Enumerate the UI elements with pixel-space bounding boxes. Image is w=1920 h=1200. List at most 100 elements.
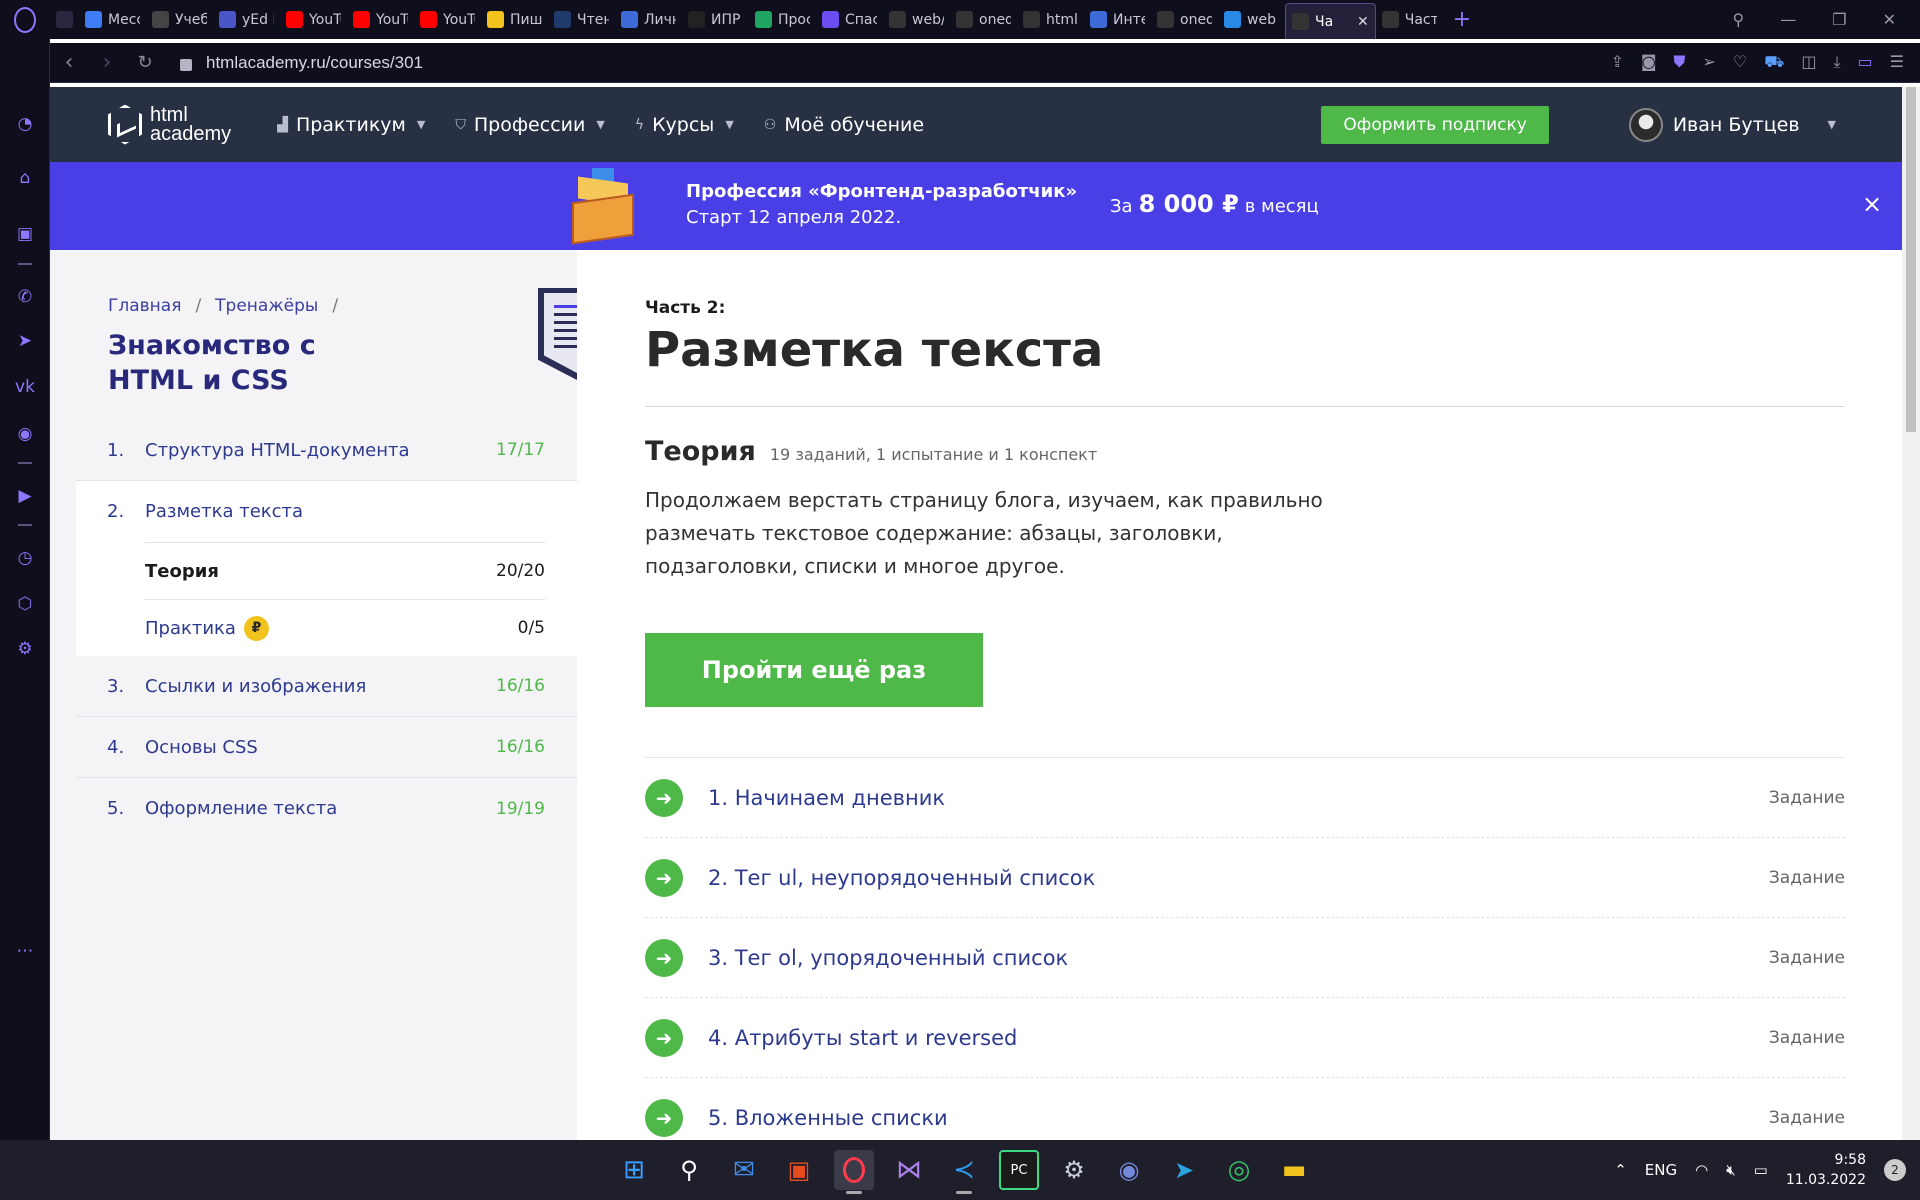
browser-tab[interactable]: Учеб — [146, 5, 213, 35]
back-icon[interactable]: ‹ — [50, 50, 88, 75]
download-icon[interactable]: ⤓ — [1833, 52, 1840, 73]
browser-tab[interactable]: oned — [1151, 5, 1218, 35]
wifi-icon[interactable]: ◠ — [1695, 1161, 1708, 1179]
reload-icon[interactable]: ↻ — [126, 52, 164, 73]
browser-tab[interactable]: YouTu — [414, 5, 481, 35]
pycharm-icon[interactable]: PC — [999, 1150, 1039, 1190]
volume-muted-icon[interactable]: 🔇︎ — [1726, 1161, 1735, 1179]
browser-tab[interactable]: Част — [1376, 5, 1443, 35]
battery-icon[interactable]: ▭ — [1754, 1161, 1768, 1179]
menu-icon[interactable]: ☰ — [1890, 52, 1904, 73]
visual-studio-icon[interactable]: ⋈ — [889, 1150, 929, 1190]
opera-logo-icon[interactable] — [0, 0, 50, 39]
nav-courses[interactable]: ϟ Курсы ▼ — [635, 114, 734, 136]
clock[interactable]: 9:58 11.03.2022 — [1786, 1150, 1866, 1190]
browser-tab[interactable]: YouTu — [347, 5, 414, 35]
folder-icon[interactable]: ▬ — [1274, 1150, 1314, 1190]
lesson-item[interactable]: 4. Основы CSS 16/16 — [76, 717, 577, 778]
discord-icon[interactable]: ◉ — [13, 422, 37, 446]
user-menu[interactable]: Иван Бутцев ▼ — [1628, 107, 1836, 142]
browser-tab[interactable]: Месс — [79, 5, 146, 35]
browser-tab[interactable]: yEd L — [213, 5, 280, 35]
cart-icon[interactable]: ⛟ — [1764, 52, 1784, 73]
browser-tab[interactable]: web/ — [883, 5, 950, 35]
nav-my-learning[interactable]: ⚇ Моё обучение — [764, 114, 924, 136]
opera-icon[interactable] — [834, 1150, 874, 1194]
promo-banner[interactable]: Профессия «Фронтенд-разработчик» Старт 1… — [50, 162, 1902, 250]
steam-icon[interactable]: ⚙ — [1054, 1150, 1094, 1190]
language-indicator[interactable]: ENG — [1645, 1161, 1677, 1179]
vscode-icon[interactable]: ≺ — [944, 1150, 984, 1194]
subscribe-button[interactable]: Оформить подписку — [1321, 105, 1549, 144]
windows-start-icon[interactable]: ⊞ — [614, 1150, 654, 1190]
breadcrumb-home[interactable]: Главная — [108, 296, 181, 316]
browser-tab[interactable]: html — [1017, 5, 1084, 35]
browser-tab[interactable]: Инте — [1084, 5, 1151, 35]
sublesson-theory[interactable]: Теория 20/20 — [145, 542, 545, 599]
nav-professions[interactable]: ⛉ Профессии ▼ — [455, 114, 604, 136]
notification-badge[interactable]: 2 — [1884, 1159, 1906, 1181]
settings-icon[interactable]: ⚙ — [13, 637, 37, 661]
browser-tab[interactable]: YouTu — [280, 5, 347, 35]
battery-icon[interactable]: ▭ — [1858, 52, 1873, 73]
office-icon[interactable]: ▣ — [779, 1150, 819, 1190]
more-icon[interactable]: ⋯ — [13, 939, 37, 963]
box-icon[interactable]: ◫ — [1801, 52, 1816, 73]
forward-icon[interactable]: › — [88, 50, 126, 75]
browser-tab[interactable]: Прос — [749, 5, 816, 35]
browser-tab[interactable]: Пиш — [481, 5, 548, 35]
minimize-icon[interactable]: — — [1780, 10, 1796, 29]
lesson-item-header[interactable]: 2. Разметка текста — [76, 481, 577, 542]
nav-praktikum[interactable]: ▟ Практикум ▼ — [277, 114, 425, 136]
sublesson-practice[interactable]: Практика ₽ 0/5 — [145, 599, 545, 656]
lesson-item[interactable]: 1. Структура HTML-документа 17/17 — [76, 420, 577, 481]
scrollbar-thumb[interactable] — [1906, 87, 1916, 432]
page-scrollbar[interactable] — [1902, 87, 1920, 1140]
telegram-icon[interactable]: ➤ — [13, 329, 37, 353]
task-row[interactable]: ➜ 3. Тег ol, упорядоченный список Задани… — [645, 918, 1845, 998]
browser-tab[interactable]: oned — [950, 5, 1017, 35]
speed-dial-icon[interactable]: ◔ — [13, 112, 37, 136]
task-row[interactable]: ➜ 2. Тег ul, неупорядоченный список Зада… — [645, 838, 1845, 918]
chevron-up-icon[interactable]: ⌃ — [1614, 1161, 1627, 1179]
twitch-icon[interactable]: ▣ — [13, 222, 37, 246]
mail-icon[interactable]: ✉ — [724, 1150, 764, 1190]
history-icon[interactable]: ◷ — [13, 546, 37, 570]
search-tabs-icon[interactable]: ⚲ — [1733, 10, 1745, 29]
extensions-icon[interactable]: ⬡ — [13, 592, 37, 616]
browser-tab[interactable]: Личн — [615, 5, 682, 35]
workspaces-icon[interactable]: ⌂ — [13, 166, 37, 190]
close-tab-icon[interactable]: ✕ — [1357, 14, 1369, 30]
close-window-icon[interactable]: ✕ — [1883, 10, 1896, 29]
browser-tab[interactable]: Чтен — [548, 5, 615, 35]
discord-icon[interactable]: ◉ — [1109, 1150, 1149, 1190]
github-icon — [889, 11, 906, 28]
share-icon[interactable]: ⇪ — [1610, 52, 1623, 73]
edge-icon[interactable]: ◎ — [1219, 1150, 1259, 1190]
send-icon[interactable]: ➢ — [1702, 52, 1715, 73]
retry-button[interactable]: Пройти ещё раз — [645, 633, 983, 707]
whatsapp-icon[interactable]: ✆ — [13, 285, 37, 309]
vk-icon[interactable]: vk — [13, 375, 37, 399]
restore-icon[interactable]: ❐ — [1832, 10, 1846, 29]
new-tab-icon[interactable]: + — [1453, 7, 1471, 32]
browser-tab[interactable]: ИПР — [682, 5, 749, 35]
heart-icon[interactable]: ♡ — [1733, 52, 1747, 73]
vpn-icon[interactable]: ⛊ — [1673, 52, 1685, 73]
telegram-icon[interactable]: ➤ — [1164, 1150, 1204, 1190]
htmlacademy-logo[interactable]: html academy — [108, 104, 231, 145]
browser-tab-active[interactable]: Ча ✕ — [1285, 3, 1376, 39]
browser-tab[interactable]: Спас — [816, 5, 883, 35]
lesson-item[interactable]: 3. Ссылки и изображения 16/16 — [76, 656, 577, 717]
task-row[interactable]: ➜ 1. Начинаем дневник Задание — [645, 758, 1845, 838]
camera-icon[interactable]: ◙ — [1641, 52, 1657, 73]
url-field[interactable]: htmlacademy.ru/courses/301 — [206, 53, 423, 73]
browser-tab[interactable] — [50, 5, 79, 35]
task-row[interactable]: ➜ 4. Атрибуты start и reversed Задание — [645, 998, 1845, 1078]
browser-tab[interactable]: web — [1218, 5, 1285, 35]
breadcrumb-trainers[interactable]: Тренажёры — [215, 296, 318, 316]
search-icon[interactable]: ⚲ — [669, 1150, 709, 1190]
lesson-item[interactable]: 5. Оформление текста 19/19 — [76, 778, 577, 839]
close-icon[interactable]: × — [1862, 190, 1882, 218]
player-icon[interactable]: ▶ — [13, 484, 37, 508]
